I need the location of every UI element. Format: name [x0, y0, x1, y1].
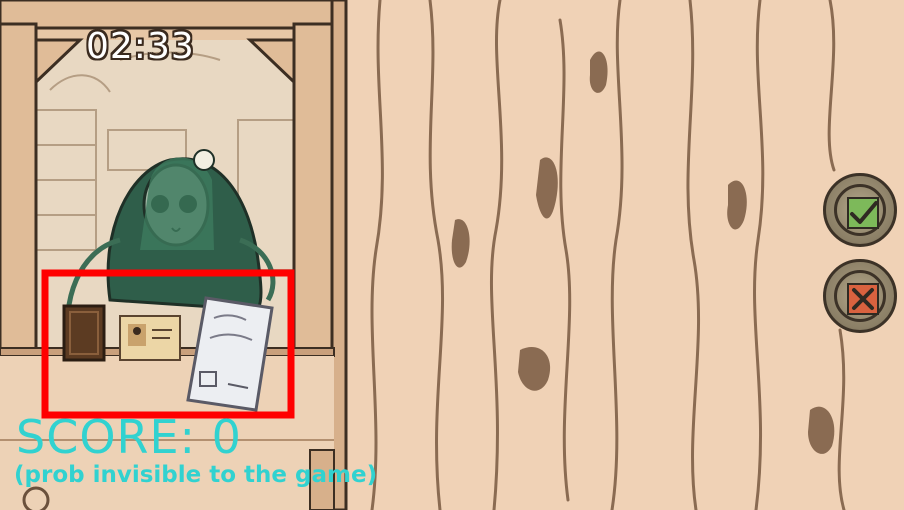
- passport-book-icon[interactable]: [62, 304, 106, 362]
- checkmark-icon: [850, 201, 878, 224]
- score-label: SCORE:: [16, 410, 212, 464]
- score-value: 0: [211, 410, 242, 464]
- wooden-wall: [340, 0, 904, 510]
- reject-button[interactable]: [823, 259, 897, 333]
- debug-note: (prob invisible to the game): [14, 462, 378, 488]
- accept-button[interactable]: [823, 173, 897, 247]
- cross-icon: [852, 288, 874, 310]
- score-display: SCORE: 0: [16, 412, 242, 462]
- countdown-timer: 02:33: [86, 26, 195, 67]
- id-card-icon[interactable]: [119, 315, 181, 361]
